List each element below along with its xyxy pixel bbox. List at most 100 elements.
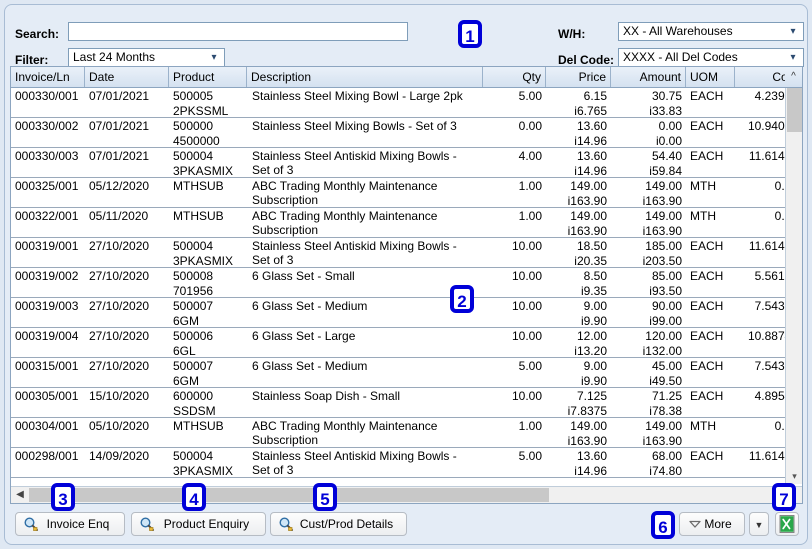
chevron-down-icon: ▾ bbox=[790, 26, 796, 37]
table-row[interactable]: 000325/001 05/12/2020 MTHSUB ABC Trading Mo… bbox=[11, 178, 786, 208]
column-header-price[interactable]: Price bbox=[546, 67, 611, 87]
cell-description: Stainless Steel Antiskid Mixing Bowls - … bbox=[252, 239, 457, 267]
invoice-enq-button[interactable]: Invoice Enq bbox=[15, 512, 125, 536]
cust-prod-details-button[interactable]: Cust/Prod Details bbox=[270, 512, 407, 536]
cell-description: Stainless Steel Antiskid Mixing Bowls - … bbox=[252, 449, 457, 477]
cell-price: 7.125 bbox=[576, 389, 607, 403]
annotation-badge-1: 1 bbox=[458, 20, 482, 48]
table-row[interactable]: 000319/004 27/10/2020 500006 6GL 6 Glass Set… bbox=[11, 328, 786, 358]
cell-description: 6 Glass Set - Medium bbox=[252, 299, 368, 313]
horizontal-scrollbar-thumb[interactable] bbox=[29, 488, 549, 502]
annotation-badge-3: 3 bbox=[51, 483, 75, 511]
del-code-select[interactable]: XXXX - All Del Codes ▾ bbox=[618, 48, 804, 67]
cell-invoice: 000319/001 bbox=[15, 239, 79, 253]
cell-description: 6 Glass Set - Medium bbox=[252, 359, 368, 373]
cell-qty: 0.00 bbox=[518, 119, 542, 133]
column-header-amount[interactable]: Amount bbox=[611, 67, 686, 87]
cell-qty: 5.00 bbox=[518, 449, 542, 463]
cell-invoice: 000319/002 bbox=[15, 269, 79, 283]
table-row[interactable]: 000330/002 07/01/2021 500000 4500000 Stainle… bbox=[11, 118, 786, 148]
column-header-uom[interactable]: UOM bbox=[686, 67, 735, 87]
cell-date: 05/11/2020 bbox=[89, 209, 149, 223]
search-icon bbox=[23, 516, 39, 532]
excel-icon bbox=[776, 513, 798, 535]
table-row[interactable]: 000305/001 15/10/2020 600000 SSDSM Stainless… bbox=[11, 388, 786, 418]
column-header-qty[interactable]: Qty bbox=[483, 67, 546, 87]
filter-select-value: Last 24 Months bbox=[73, 50, 156, 64]
cell-description: Stainless Steel Mixing Bowls - Set of 3 bbox=[252, 119, 457, 133]
cell-uom: EACH bbox=[690, 149, 724, 163]
product-enquiry-button[interactable]: Product Enquiry bbox=[131, 512, 266, 536]
warehouse-select[interactable]: XX - All Warehouses ▾ bbox=[618, 22, 804, 41]
cell-price: 13.60 bbox=[576, 149, 607, 163]
table-row[interactable]: 000330/003 07/01/2021 500004 3PKASMIX Stainl… bbox=[11, 148, 786, 178]
cell-product: MTHSUB bbox=[173, 419, 224, 433]
cell-cost: 0.00 bbox=[774, 209, 786, 223]
cell-price-secondary: i20.35 bbox=[574, 254, 607, 268]
invoice-lines-grid: Invoice/Ln Date Product Description Qty Price… bbox=[10, 66, 803, 504]
cell-product-secondary: 6GM bbox=[173, 314, 200, 328]
cell-cost: 11.61436 bbox=[748, 239, 786, 253]
cell-cost: 0.00 bbox=[774, 179, 786, 193]
vertical-scrollbar-thumb[interactable] bbox=[787, 88, 802, 132]
column-header-description[interactable]: Description bbox=[247, 67, 483, 87]
table-row[interactable]: 000304/001 05/10/2020 MTHSUB ABC Trading Mo… bbox=[11, 418, 786, 448]
cell-qty: 1.00 bbox=[518, 209, 542, 223]
cell-amount: 185.00 bbox=[645, 239, 682, 253]
horizontal-scrollbar[interactable]: ◀ bbox=[11, 486, 802, 503]
cell-uom: MTH bbox=[690, 179, 716, 193]
annotation-badge-5: 5 bbox=[313, 483, 337, 511]
warehouse-label: W/H: bbox=[558, 27, 586, 41]
table-row[interactable]: 000319/001 27/10/2020 500004 3PKASMIX Stainl… bbox=[11, 238, 786, 268]
cell-product: MTHSUB bbox=[173, 179, 224, 193]
table-row[interactable]: 000298/001 14/09/2020 500004 3PKASMIX Stainl… bbox=[11, 448, 786, 478]
cell-product: 500007 bbox=[173, 299, 214, 313]
cell-uom: EACH bbox=[690, 359, 724, 373]
cell-price: 9.00 bbox=[583, 359, 607, 373]
cell-invoice: 000315/001 bbox=[15, 359, 79, 373]
cell-cost: 0.00 bbox=[774, 419, 786, 433]
search-input[interactable] bbox=[68, 22, 408, 41]
column-header-invoice[interactable]: Invoice/Ln bbox=[11, 67, 85, 87]
cell-cost: 10.88748 bbox=[747, 329, 786, 343]
filter-select[interactable]: Last 24 Months ▾ bbox=[68, 48, 225, 67]
annotation-badge-2: 2 bbox=[450, 285, 474, 313]
sort-indicator-icon[interactable]: ^ bbox=[785, 67, 802, 87]
cell-amount-secondary: i74.80 bbox=[649, 464, 682, 478]
cell-amount-secondary: i203.50 bbox=[642, 254, 682, 268]
cell-price-secondary: i14.96 bbox=[574, 134, 607, 148]
cell-qty: 4.00 bbox=[518, 149, 542, 163]
cell-qty: 10.00 bbox=[511, 389, 542, 403]
cell-amount: 0.00 bbox=[658, 119, 682, 133]
column-header-product[interactable]: Product bbox=[169, 67, 247, 87]
annotation-badge-7: 7 bbox=[772, 483, 796, 511]
table-row[interactable]: 000330/001 07/01/2021 500005 2PKSSML Stainle… bbox=[11, 88, 786, 118]
column-header-date[interactable]: Date bbox=[85, 67, 169, 87]
cell-price: 149.00 bbox=[570, 419, 607, 433]
cell-price-secondary: i163.90 bbox=[567, 194, 607, 208]
cell-invoice: 000325/001 bbox=[15, 179, 79, 193]
export-to-excel-button[interactable] bbox=[775, 512, 799, 536]
cell-uom: EACH bbox=[690, 299, 724, 313]
grid-body: 000330/001 07/01/2021 500005 2PKSSML Stainle… bbox=[11, 88, 786, 484]
cell-amount-secondary: i33.83 bbox=[649, 104, 682, 118]
scroll-left-icon[interactable]: ◀ bbox=[12, 487, 28, 503]
cell-price-secondary: i14.96 bbox=[574, 464, 607, 478]
table-row[interactable]: 000315/001 27/10/2020 500007 6GM 6 Glass Set… bbox=[11, 358, 786, 388]
table-row[interactable]: 000319/002 27/10/2020 500008 701956 6 Glass … bbox=[11, 268, 786, 298]
cell-invoice: 000330/003 bbox=[15, 149, 79, 163]
more-button[interactable]: More bbox=[679, 512, 745, 536]
vertical-scrollbar[interactable]: ▾ bbox=[785, 88, 802, 484]
cell-qty: 5.00 bbox=[518, 359, 542, 373]
cell-description: 6 Glass Set - Small bbox=[252, 269, 355, 283]
scroll-down-icon[interactable]: ▾ bbox=[786, 470, 802, 484]
cell-product: 500000 bbox=[173, 119, 214, 133]
cell-qty: 10.00 bbox=[511, 269, 542, 283]
table-row[interactable]: 000319/003 27/10/2020 500007 6GM 6 Glass Set… bbox=[11, 298, 786, 328]
cell-amount: 90.00 bbox=[651, 299, 682, 313]
cell-qty: 10.00 bbox=[511, 239, 542, 253]
table-row[interactable]: 000322/001 05/11/2020 MTHSUB ABC Trading Mo… bbox=[11, 208, 786, 238]
cell-invoice: 000305/001 bbox=[15, 389, 79, 403]
more-dropdown-button[interactable]: ▼ bbox=[749, 512, 769, 536]
cell-amount: 149.00 bbox=[645, 209, 682, 223]
